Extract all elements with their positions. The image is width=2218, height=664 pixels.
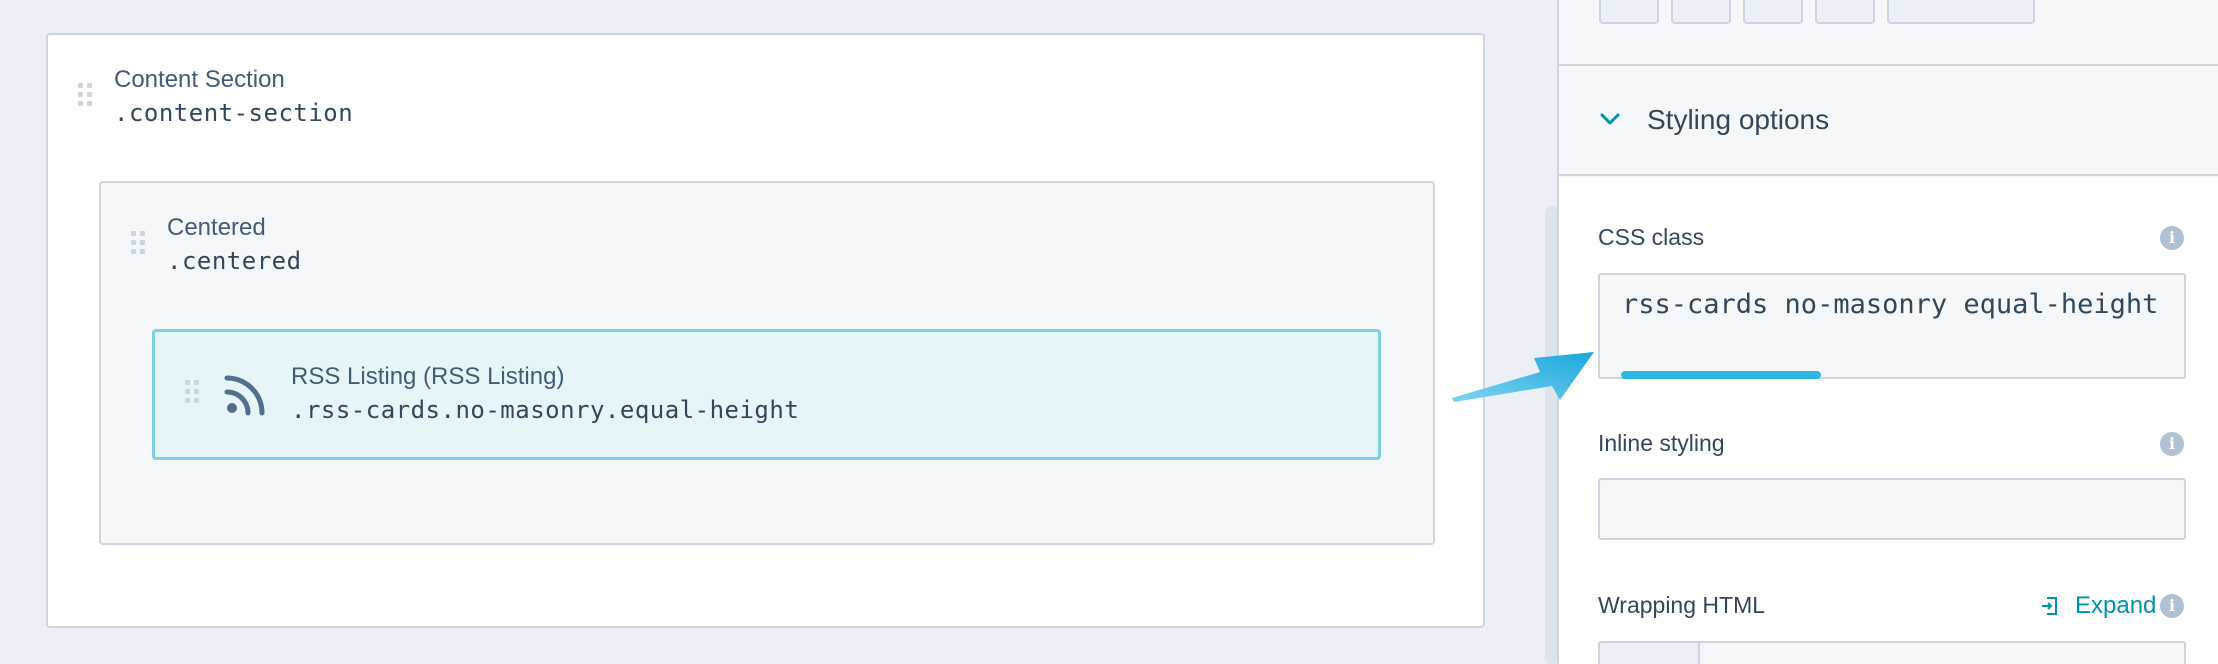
toolbar-button[interactable] — [1887, 0, 2035, 24]
styling-options-form: CSS class i rss-cards no-masonry equal-h… — [1559, 178, 2218, 664]
highlight-underline — [1621, 371, 1821, 379]
info-icon[interactable]: i — [2160, 432, 2184, 456]
toolbar-button[interactable] — [1599, 0, 1659, 24]
layout-canvas: Content Section .content-section Centere… — [0, 0, 1545, 664]
inline-styling-input[interactable] — [1598, 478, 2186, 540]
styling-options-toggle[interactable]: Styling options — [1559, 66, 2218, 176]
expand-label: Expand — [2075, 592, 2157, 619]
rss-icon — [224, 375, 265, 416]
module-settings-panel: Styling options CSS class i rss-cards no… — [1557, 0, 2218, 664]
module-title: Centered — [167, 214, 266, 241]
drag-handle-icon[interactable] — [185, 380, 199, 403]
info-icon[interactable]: i — [2160, 226, 2184, 250]
inline-styling-label: Inline styling — [1598, 430, 1725, 456]
module-class-name: .content-section — [114, 99, 354, 127]
toolbar-button[interactable] — [1815, 0, 1875, 24]
wrapping-html-label: Wrapping HTML — [1598, 592, 1766, 618]
expand-button[interactable]: Expand — [2041, 592, 2156, 620]
rss-listing-module[interactable]: RSS Listing (RSS Listing) .rss-cards.no-… — [152, 329, 1381, 460]
annotation-arrow-icon — [1452, 352, 1594, 402]
content-section-module[interactable]: Content Section .content-section Centere… — [46, 33, 1485, 628]
centered-module[interactable]: Centered .centered RSS Listing (RSS List… — [99, 181, 1435, 545]
drag-handle-icon[interactable] — [131, 231, 145, 254]
expand-icon — [2042, 597, 2057, 615]
wrapping-html-editor[interactable] — [1598, 641, 2186, 664]
module-class-name: .rss-cards.no-masonry.equal-height — [291, 396, 800, 424]
toolbar-button[interactable] — [1671, 0, 1731, 24]
panel-toolbar — [1559, 0, 2218, 66]
toolbar-button[interactable] — [1743, 0, 1803, 24]
module-class-name: .centered — [167, 247, 302, 275]
info-icon[interactable]: i — [2160, 594, 2184, 618]
section-title: Styling options — [1647, 104, 1830, 135]
drag-handle-icon[interactable] — [78, 83, 92, 106]
css-class-label: CSS class — [1598, 224, 1705, 250]
code-gutter — [1600, 643, 1700, 664]
module-title: Content Section — [114, 66, 285, 93]
css-class-value: rss-cards no-masonry equal-height — [1622, 289, 2159, 320]
chevron-down-icon — [1600, 113, 1620, 125]
css-class-input[interactable]: rss-cards no-masonry equal-height — [1598, 273, 2186, 379]
module-title: RSS Listing (RSS Listing) — [291, 363, 565, 390]
